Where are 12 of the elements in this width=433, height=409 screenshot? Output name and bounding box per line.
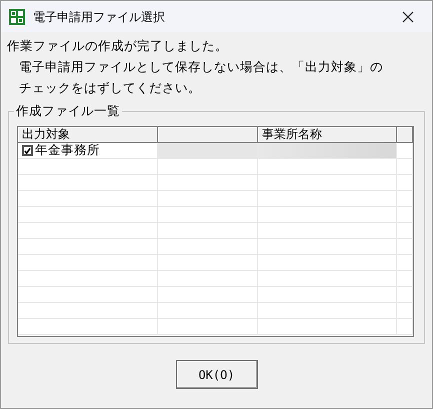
message-text: チェックをはずしてください。 [18,80,202,97]
column-header[interactable]: 事業所名称 [258,127,397,142]
table-cell: 年金事務所 [35,143,100,158]
app-icon [9,8,25,24]
message-text: 電子申請用ファイルとして保存しない場合は、「出力対象」の [18,59,384,76]
ok-button[interactable]: OK(O) [176,360,258,389]
message-text: 作業ファイルの作成が完了しました。 [7,38,229,55]
close-icon [402,10,414,22]
column-header[interactable]: 出力対象 [18,127,158,142]
group-title: 作成ファイル一覧 [14,103,122,119]
window-title: 電子申請用ファイル選択 [33,8,165,26]
checkbox[interactable] [22,145,33,156]
